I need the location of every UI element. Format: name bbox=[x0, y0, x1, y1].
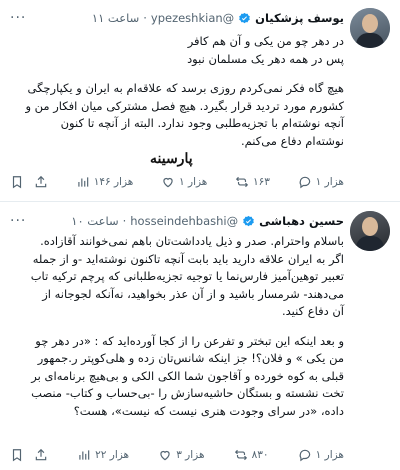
text-line: آن دفاع کنید. bbox=[281, 304, 344, 318]
text-line: نوشته‌ام دفاع می‌کنم. bbox=[240, 133, 344, 148]
watermark-logo: پارسینه bbox=[150, 151, 193, 167]
text-line: می‌دهند- شرمسار باشید و از آن عذر بخواهی… bbox=[42, 286, 344, 301]
text-line: داده، «در سرای وجودت هنری نیست که نیست»،… bbox=[73, 403, 344, 418]
poem-line: پس در همه دهر یک مسلمان نبود bbox=[187, 51, 344, 66]
reply-icon bbox=[299, 176, 310, 189]
text-line: تخت نشسته و بستگان حاشیه‌سازش را -بی‌حسا… bbox=[31, 386, 344, 400]
bookmark-icon[interactable] bbox=[10, 448, 24, 462]
reply-button[interactable]: هزار ۱ bbox=[298, 448, 344, 462]
tweet-text: باسلام واحترام. صدر و ذیل یادداشت‌تان با… bbox=[10, 233, 344, 420]
views-button[interactable]: هزار ۲۲ bbox=[77, 448, 129, 462]
heart-icon bbox=[160, 450, 170, 461]
tweet-actions: هزار ۱ ۱۶۳ هزار ۱ هزار ۱۴۶ bbox=[10, 172, 344, 192]
reply-count: هزار ۱ bbox=[315, 176, 344, 188]
text-line: هیچ گاه فکر نمی‌کردم روزی برسد که علاقه‌… bbox=[27, 81, 344, 95]
view-count: هزار ۱۴۶ bbox=[93, 176, 134, 188]
retweet-count: ۸۳۰ bbox=[251, 449, 269, 461]
retweet-count: ۱۶۳ bbox=[253, 176, 270, 188]
verified-badge-icon bbox=[239, 12, 250, 23]
like-count: هزار ۱ bbox=[179, 176, 208, 188]
text-line: و بعد اینکه این تبختر و تفرعن را از کجا … bbox=[35, 333, 344, 348]
reply-icon bbox=[299, 449, 310, 462]
tweet-text: در دهر چو من یکی و آن هم کافر پس در همه … bbox=[10, 33, 344, 150]
share-icon[interactable] bbox=[34, 448, 48, 462]
verified-badge-icon bbox=[243, 215, 254, 226]
text-line: آنچه نوشته‌ام با تجزیه‌طلبی وجود ندارد. … bbox=[60, 116, 344, 130]
text-line: باسلام واحترام. صدر و ذیل یادداشت‌تان با… bbox=[40, 234, 344, 248]
text-line: قبلی به کوه خورده و آقاجون شما الکی الکی… bbox=[31, 368, 344, 383]
tweet-header: حسین دهباشی @hosseindehbashi · ساعت ۱۰ bbox=[8, 212, 344, 230]
more-options-icon[interactable]: ··· bbox=[10, 213, 26, 229]
view-count: هزار ۲۲ bbox=[95, 449, 130, 461]
timestamp[interactable]: ساعت ۱۱ bbox=[92, 11, 139, 25]
heart-icon bbox=[163, 177, 173, 188]
views-chart-icon bbox=[79, 450, 90, 460]
author-handle[interactable]: @hosseindehbashi bbox=[130, 214, 238, 228]
like-button[interactable]: هزار ۱ bbox=[161, 175, 207, 189]
avatar[interactable] bbox=[350, 211, 390, 251]
author-name[interactable]: یوسف پزشکیان bbox=[255, 11, 344, 25]
like-button[interactable]: هزار ۳ bbox=[158, 448, 204, 462]
text-line: اگر به ایران علاقه دارید باید بابت آنچه … bbox=[32, 251, 344, 266]
reply-count: هزار ۱ bbox=[315, 449, 344, 461]
separator-dot: · bbox=[122, 214, 127, 228]
timestamp[interactable]: ساعت ۱۰ bbox=[71, 214, 118, 228]
tweet-actions: هزار ۱ ۸۳۰ هزار ۳ هزار ۲۲ bbox=[10, 445, 344, 465]
more-options-icon[interactable]: ··· bbox=[10, 10, 26, 26]
author-handle[interactable]: @ypezeshkian bbox=[151, 11, 234, 25]
tweet-header: یوسف پزشکیان @ypezeshkian · ساعت ۱۱ bbox=[8, 9, 344, 27]
like-count: هزار ۳ bbox=[176, 449, 205, 461]
retweet-icon bbox=[235, 176, 249, 188]
text-line: کشورم مورد تردید قرار بگیرد. هیچ فصل مشت… bbox=[25, 98, 344, 113]
tweet-pezeshkian: یوسف پزشکیان @ypezeshkian · ساعت ۱۱ ··· … bbox=[0, 0, 400, 202]
text-line: من یکی » و فلان؟! جز اینکه شانس‌تان زده … bbox=[37, 351, 344, 365]
reply-button[interactable]: هزار ۱ bbox=[298, 175, 344, 189]
views-button[interactable]: هزار ۱۴۶ bbox=[76, 175, 134, 189]
retweet-icon bbox=[234, 449, 247, 461]
retweet-button[interactable]: ۱۶۳ bbox=[235, 175, 270, 189]
avatar[interactable] bbox=[350, 8, 390, 48]
poem-line: در دهر چو من یکی و آن هم کافر bbox=[187, 34, 344, 48]
text-line: تعبیر توهین‌آمیز فارس‌نما یا توجیه تجزیه… bbox=[30, 269, 344, 283]
tweet-dehbashi: حسین دهباشی @hosseindehbashi · ساعت ۱۰ ·… bbox=[0, 203, 400, 470]
separator-dot: · bbox=[143, 11, 147, 25]
author-name[interactable]: حسین دهباشی bbox=[259, 214, 344, 228]
share-icon[interactable] bbox=[34, 175, 48, 189]
bookmark-icon[interactable] bbox=[10, 175, 24, 189]
retweet-button[interactable]: ۸۳۰ bbox=[234, 448, 269, 462]
views-chart-icon bbox=[78, 177, 88, 187]
